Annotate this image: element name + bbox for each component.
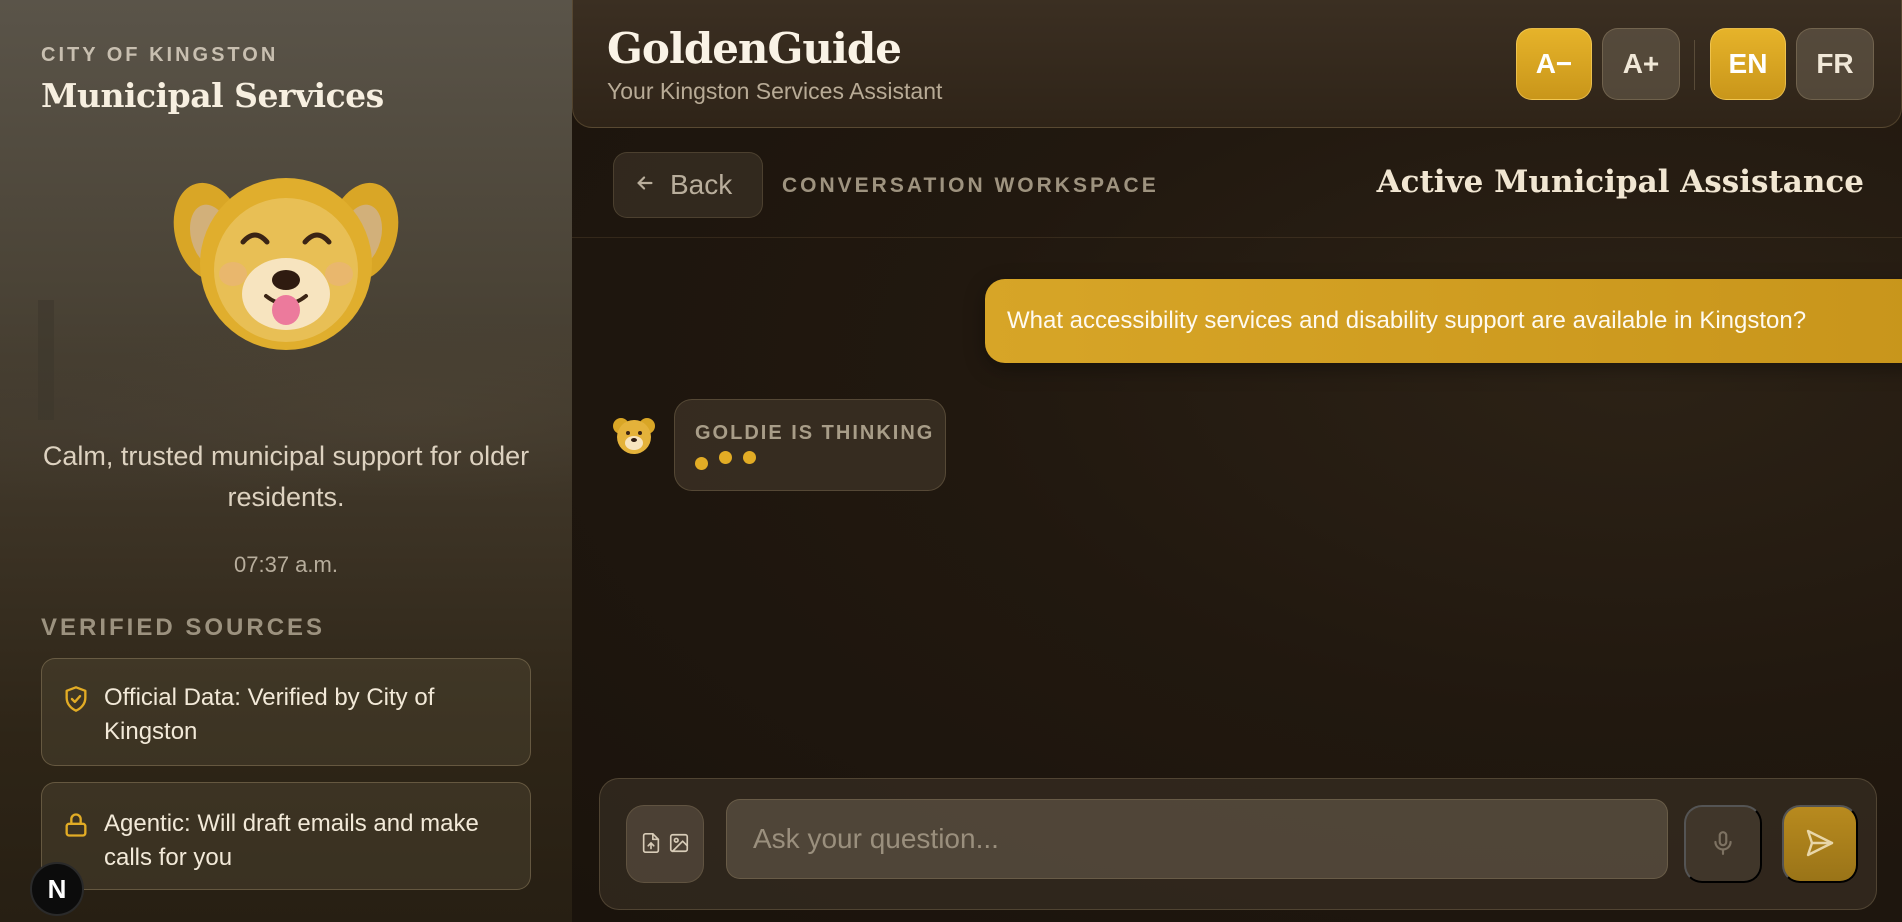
header-divider xyxy=(1694,40,1695,90)
framework-badge[interactable]: N xyxy=(30,862,84,916)
active-title: Active Municipal Assistance xyxy=(1376,164,1864,200)
city-eyebrow: CITY OF KINGSTON xyxy=(41,44,279,66)
lock-icon xyxy=(62,811,90,839)
brand-subtitle: Your Kingston Services Assistant xyxy=(607,78,943,104)
sidebar-title: Municipal Services xyxy=(41,76,384,115)
send-icon xyxy=(1804,827,1836,862)
app-header: GoldenGuide Your Kingston Services Assis… xyxy=(572,0,1902,128)
current-time: 07:37 a.m. xyxy=(234,552,338,577)
user-message-bubble: What accessibility services and disabili… xyxy=(985,279,1902,363)
sidebar: CITY OF KINGSTON Municipal Services Calm… xyxy=(0,0,572,922)
workspace-label: CONVERSATION WORKSPACE xyxy=(782,174,1159,197)
language-en-button[interactable]: EN xyxy=(1710,28,1786,100)
source-card-official-data: Official Data: Verified by City of Kings… xyxy=(41,658,531,766)
typing-dot xyxy=(719,451,732,464)
language-fr-button[interactable]: FR xyxy=(1796,28,1874,100)
microphone-icon xyxy=(1710,829,1736,860)
send-button[interactable] xyxy=(1782,805,1858,883)
conversation-toolbar: Back CONVERSATION WORKSPACE Active Munic… xyxy=(572,128,1902,238)
back-button[interactable]: Back xyxy=(613,152,763,218)
file-upload-icon xyxy=(640,831,662,858)
bear-mascot-icon xyxy=(171,172,401,352)
typing-dot xyxy=(743,451,756,464)
source-card-text: Agentic: Will draft emails and make call… xyxy=(104,810,479,871)
brand-title: GoldenGuide xyxy=(607,24,902,73)
microphone-button[interactable] xyxy=(1684,805,1762,883)
main-panel: GoldenGuide Your Kingston Services Assis… xyxy=(572,0,1902,922)
question-input[interactable] xyxy=(726,799,1668,879)
font-increase-button[interactable]: A+ xyxy=(1602,28,1680,100)
bear-avatar-icon xyxy=(612,416,656,456)
thinking-label: GOLDIE IS THINKING xyxy=(695,422,935,444)
sidebar-tagline: Calm, trusted municipal support for olde… xyxy=(42,441,530,512)
attach-button[interactable] xyxy=(626,805,704,883)
source-card-text: Official Data: Verified by City of Kings… xyxy=(104,684,435,745)
sidebar-background-tower xyxy=(38,300,54,420)
shield-check-icon xyxy=(62,685,90,713)
verified-sources-heading: VERIFIED SOURCES xyxy=(41,614,326,641)
message-composer xyxy=(599,778,1877,910)
image-icon xyxy=(668,832,690,857)
back-button-label: Back xyxy=(670,169,733,200)
typing-dot xyxy=(695,457,708,470)
arrow-left-icon xyxy=(634,169,656,201)
source-card-agentic: Agentic: Will draft emails and make call… xyxy=(41,782,531,890)
font-decrease-button[interactable]: A− xyxy=(1516,28,1592,100)
assistant-thinking-indicator: GOLDIE IS THINKING xyxy=(674,399,946,491)
typing-dots xyxy=(695,451,945,470)
